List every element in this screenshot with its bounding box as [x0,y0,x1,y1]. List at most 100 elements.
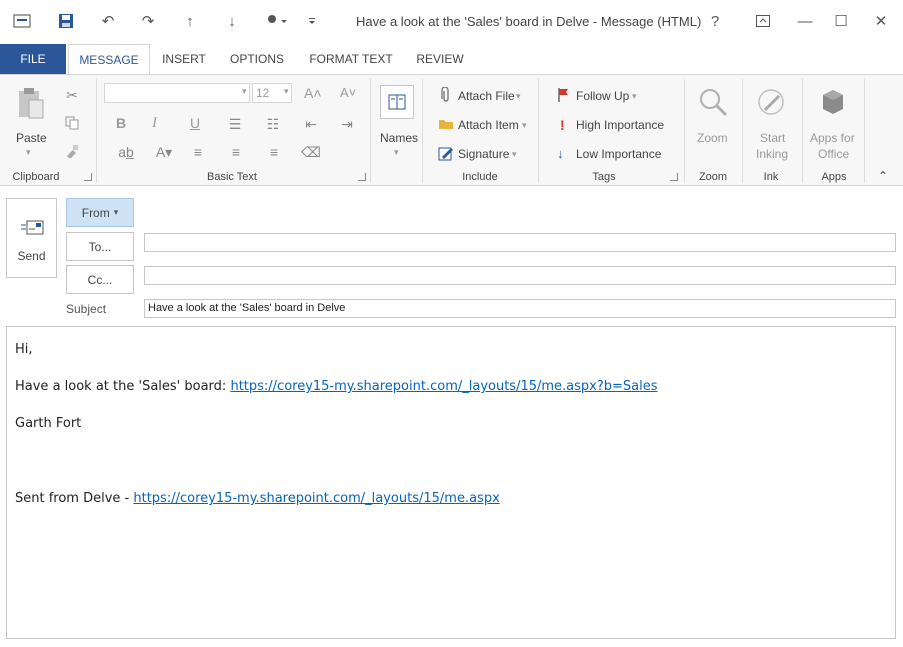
shrink-font-icon[interactable]: A˅ [340,85,356,100]
font-name-combobox[interactable] [104,83,250,103]
zoom-icon[interactable] [696,85,730,119]
sales-board-link[interactable]: https://corey15-my.sharepoint.com/_layou… [230,379,657,394]
up-arrow-icon[interactable]: ↑ [180,11,200,31]
to-field[interactable] [144,233,896,252]
tab-message[interactable]: MESSAGE [68,44,150,75]
start-inking-label-2[interactable]: Inking [756,147,788,161]
tab-review[interactable]: REVIEW [410,44,470,74]
cc-field[interactable] [144,266,896,285]
paste-dropdown-icon[interactable]: ▾ [26,147,31,158]
maximize-button[interactable]: ☐ [826,8,856,34]
follow-up-flag-icon [556,87,570,103]
clipboard-group-label: Clipboard [12,171,60,183]
redo-icon[interactable]: ↷ [138,11,158,31]
group-divider [96,79,97,183]
attach-file-button[interactable]: Attach File [458,89,515,103]
greeting-text: Hi, [15,342,33,357]
low-importance-button[interactable]: Low Importance [576,147,661,161]
signature-text: Garth Fort [15,416,82,431]
attach-item-dropdown-icon[interactable]: ▾ [522,120,527,131]
high-importance-icon: ! [560,117,565,133]
underline-button[interactable]: U [190,115,200,131]
tab-options[interactable]: OPTIONS [224,44,290,74]
bullets-icon[interactable]: ☰ [220,115,250,133]
numbering-icon[interactable]: ☷ [256,115,290,133]
to-button[interactable]: To... [66,232,134,261]
follow-up-button[interactable]: Follow Up [576,89,629,103]
undo-icon[interactable]: ↶ [98,11,118,31]
save-icon[interactable] [56,11,76,31]
start-inking-icon[interactable] [754,85,788,119]
customize-qat-icon[interactable] [302,11,322,31]
send-label: Send [17,249,46,263]
clear-formatting-icon[interactable]: ⌫ [300,143,322,161]
bold-button[interactable]: B [116,115,126,131]
tab-format-text[interactable]: FORMAT TEXT [304,44,398,74]
ribbon-tabs: FILE MESSAGE INSERT OPTIONS FORMAT TEXT … [0,44,903,75]
include-group-label: Include [462,171,498,183]
subject-label: Subject [66,302,107,316]
help-button[interactable]: ? [700,8,730,34]
follow-up-dropdown-icon[interactable]: ▾ [632,91,637,102]
align-center-icon[interactable]: ≡ [226,143,246,161]
font-color-icon[interactable]: A▾ [150,143,178,161]
names-dropdown-icon[interactable]: ▾ [394,147,399,158]
align-right-icon[interactable]: ≡ [264,143,284,161]
group-divider [864,79,865,183]
clipboard-launcher-icon[interactable] [84,173,92,181]
touch-mode-icon[interactable] [262,11,292,31]
start-inking-label-1[interactable]: Start [760,131,785,145]
tags-launcher-icon[interactable] [670,173,678,181]
minimize-button[interactable]: — [790,8,820,34]
down-arrow-icon[interactable]: ↓ [222,11,242,31]
high-importance-button[interactable]: High Importance [576,118,664,132]
format-painter-icon[interactable] [62,141,82,161]
delve-link[interactable]: https://corey15-my.sharepoint.com/_layou… [133,491,499,506]
group-divider [684,79,685,183]
paste-label[interactable]: Paste [16,131,47,145]
subject-field[interactable]: Have a look at the 'Sales' board in Delv… [144,299,896,318]
from-button[interactable]: From ▾ [66,198,134,227]
outlook-envelope-icon[interactable] [12,11,32,31]
body-line: Have a look at the 'Sales' board: https:… [15,379,658,394]
copy-icon[interactable] [62,113,82,133]
decrease-indent-icon[interactable]: ⇤ [300,115,322,133]
cut-icon[interactable]: ✂ [62,85,82,105]
apps-for-office-label-1[interactable]: Apps for [810,131,855,145]
from-dropdown-icon: ▾ [113,207,119,217]
attach-item-icon [438,115,454,131]
apps-for-office-icon[interactable] [816,85,850,119]
ink-group-label: Ink [763,171,779,183]
signature-dropdown-icon[interactable]: ▾ [512,149,517,160]
highlight-icon[interactable]: ab̲ [108,143,144,161]
basic-text-launcher-icon[interactable] [358,173,366,181]
signature-button[interactable]: Signature [458,147,509,161]
italic-button[interactable]: I [152,115,157,132]
names-label[interactable]: Names [380,131,418,145]
group-divider [422,79,423,183]
paste-icon[interactable] [14,85,48,121]
from-label: From [81,205,110,220]
low-importance-icon: ↓ [557,146,564,161]
increase-indent-icon[interactable]: ⇥ [336,115,358,133]
ribbon-display-options-icon[interactable] [748,8,778,34]
message-body[interactable]: Hi, Have a look at the 'Sales' board: ht… [6,326,896,639]
font-name-dropdown-icon[interactable]: ▾ [242,86,247,97]
apps-for-office-label-2[interactable]: Office [818,147,849,161]
tags-group-label: Tags [592,171,616,183]
tab-file[interactable]: FILE [0,44,66,74]
font-size-dropdown-icon[interactable]: ▾ [284,86,289,97]
attach-file-dropdown-icon[interactable]: ▾ [516,91,521,102]
collapse-ribbon-icon[interactable]: ⌃ [878,169,888,183]
close-button[interactable]: ✕ [866,8,896,34]
address-book-icon[interactable] [380,85,414,119]
send-button[interactable]: Send [6,198,57,278]
attach-item-button[interactable]: Attach Item [458,118,519,132]
cc-button[interactable]: Cc... [66,265,134,294]
tab-insert[interactable]: INSERT [156,44,212,74]
zoom-button-label[interactable]: Zoom [697,131,728,145]
grow-font-icon[interactable]: A˄ [304,85,322,101]
align-left-icon[interactable]: ≡ [188,143,208,161]
apps-group-label: Apps [821,171,847,183]
ribbon: Paste ▾ ✂ Clipboard ▾ 12 ▾ A˄ A˅ B I U ☰… [0,74,903,186]
